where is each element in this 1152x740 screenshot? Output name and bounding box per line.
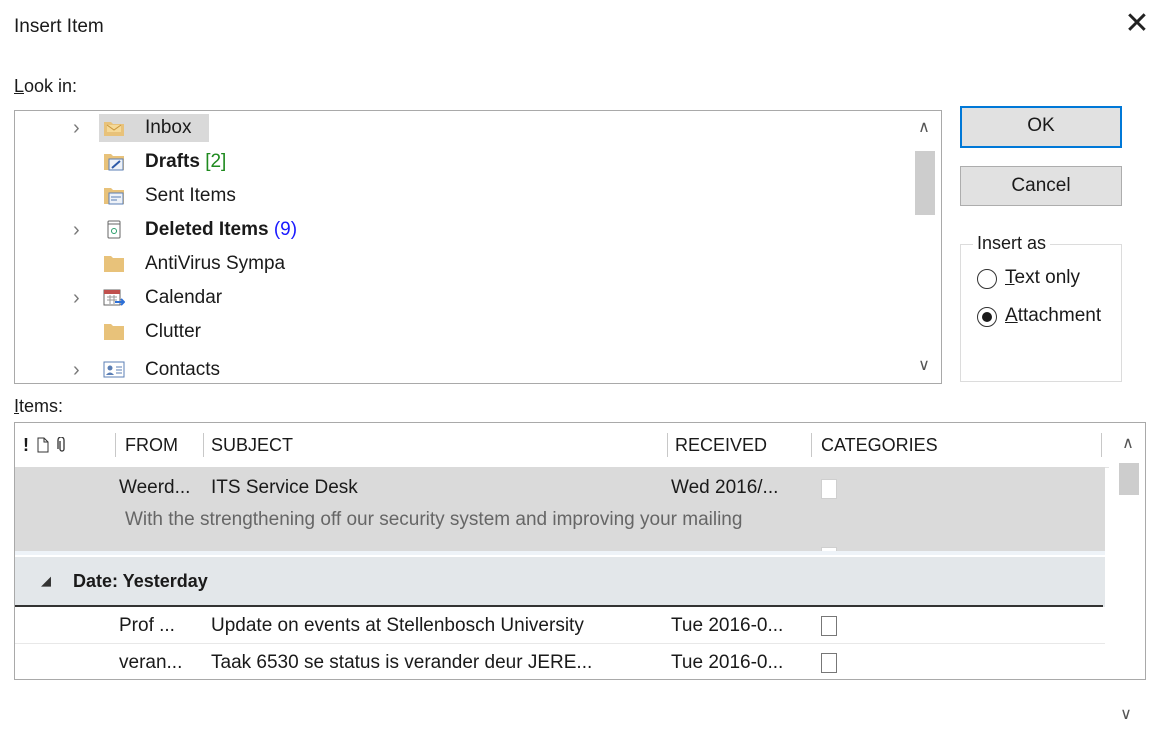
folder-label: Contacts (145, 359, 220, 380)
item-from: Prof ... (119, 615, 175, 636)
sent-folder-icon (104, 188, 124, 205)
folder-tree-scrollbar[interactable]: ∧ ∨ (907, 111, 941, 383)
chevron-down-icon[interactable]: ∨ (1114, 704, 1138, 728)
unread-count: (9) (273, 219, 298, 240)
item-type-column-icon[interactable] (37, 437, 49, 453)
attachment-column-icon[interactable] (57, 437, 67, 453)
folder-item-deleted-items[interactable]: › Deleted Items (9) (15, 213, 905, 247)
trash-icon (107, 220, 121, 239)
category-box[interactable] (821, 616, 837, 636)
importance-column-icon[interactable]: ! (23, 423, 29, 467)
received-column-header[interactable]: RECEIVED (675, 423, 767, 467)
column-header-row: ! FROM SUBJECT RECEIVED CATEGORIES (15, 423, 1109, 468)
subject-column-header[interactable]: SUBJECT (211, 423, 293, 467)
scroll-thumb[interactable] (1119, 463, 1139, 495)
folder-label: Drafts (145, 151, 200, 172)
chevron-right-icon[interactable]: › (73, 353, 87, 383)
item-preview: With the strengthening off our security … (125, 509, 743, 530)
item-subject: ITS Service Desk (211, 477, 358, 498)
text-only-label[interactable]: Text only (1005, 267, 1080, 289)
chevron-up-icon: ∧ (1122, 435, 1134, 452)
item-subject: Update on events at Stellenbosch Univers… (211, 615, 584, 636)
category-box[interactable] (821, 653, 837, 673)
collapse-triangle-icon[interactable]: ◢ (41, 573, 51, 589)
insert-as-title: Insert as (973, 233, 1051, 254)
group-header-yesterday[interactable]: ◢ Date: Yesterday (15, 557, 1105, 607)
folder-item-antivirus-sympa[interactable]: AntiVirus Sympa (15, 247, 905, 281)
categories-column-header[interactable]: CATEGORIES (821, 423, 938, 467)
close-button[interactable]: ✕ (1122, 6, 1152, 42)
table-row-selected[interactable]: Weerd... ITS Service Desk Wed 2016/... W… (15, 467, 1105, 552)
item-received: Tue 2016-0... (671, 615, 784, 636)
chevron-right-icon[interactable]: › (73, 281, 87, 315)
folder-item-calendar[interactable]: › Calendar (15, 281, 905, 315)
folder-item-inbox[interactable]: › Inbox (15, 111, 905, 145)
folder-label: Clutter (145, 321, 201, 342)
table-row[interactable]: Prof ... Update on events at Stellenbosc… (15, 607, 1105, 644)
items-scrollbar[interactable]: ∧ (1111, 423, 1145, 679)
attachment-label[interactable]: Attachment (1005, 305, 1101, 327)
chevron-up-icon: ∧ (918, 119, 930, 136)
item-received: Tue 2016-0... (671, 652, 784, 673)
folder-tree[interactable]: › Inbox Drafts [2] Sent Items › Deleted … (14, 110, 942, 384)
dialog-title: Insert Item (14, 16, 104, 37)
contacts-icon (103, 361, 125, 378)
ok-button[interactable]: OK (960, 106, 1122, 148)
drafts-folder-icon (104, 154, 124, 171)
category-box[interactable] (821, 479, 837, 499)
attachment-radio[interactable] (977, 307, 997, 327)
folder-item-clutter[interactable]: Clutter (15, 315, 905, 349)
folder-label: Sent Items (145, 185, 236, 206)
folder-label: Deleted Items (145, 219, 269, 240)
scroll-thumb[interactable] (915, 151, 935, 215)
item-received: Wed 2016/... (671, 477, 779, 498)
look-in-label: Look in: (14, 76, 78, 96)
folder-label: Inbox (145, 117, 192, 138)
chevron-right-icon[interactable]: › (73, 213, 87, 247)
scroll-up-arrow[interactable]: ∧ (1111, 427, 1145, 461)
items-list[interactable]: ! FROM SUBJECT RECEIVED CATEGORIES Weerd… (14, 422, 1146, 680)
unread-count: [2] (205, 151, 227, 172)
insert-as-group: Insert as Text only Attachment (960, 233, 1122, 382)
folder-item-contacts[interactable]: › Contacts (15, 353, 905, 383)
scroll-up-arrow[interactable]: ∧ (907, 111, 941, 145)
item-from: veran... (119, 652, 183, 673)
table-row[interactable]: veran... Taak 6530 se status is verander… (15, 644, 1105, 679)
chevron-right-icon[interactable]: › (73, 111, 87, 145)
from-column-header[interactable]: FROM (125, 423, 178, 467)
chevron-down-icon: ∨ (918, 357, 930, 374)
text-only-radio[interactable] (977, 269, 997, 289)
item-subject: Taak 6530 se status is verander deur JER… (211, 652, 593, 673)
items-label: Items: (14, 396, 64, 416)
folder-label: AntiVirus Sympa (145, 253, 286, 274)
folder-item-sent-items[interactable]: Sent Items (15, 179, 905, 213)
folder-icon (104, 324, 124, 340)
item-from: Weerd... (119, 477, 191, 498)
folder-icon (104, 256, 124, 272)
close-icon: ✕ (1124, 7, 1150, 40)
folder-item-drafts[interactable]: Drafts [2] (15, 145, 905, 179)
cancel-button[interactable]: Cancel (960, 166, 1122, 206)
scroll-down-arrow[interactable]: ∨ (907, 349, 941, 383)
calendar-icon (103, 289, 125, 306)
group-label: Date: Yesterday (73, 571, 208, 591)
folder-label: Calendar (145, 287, 223, 308)
inbox-folder-icon (104, 122, 124, 136)
